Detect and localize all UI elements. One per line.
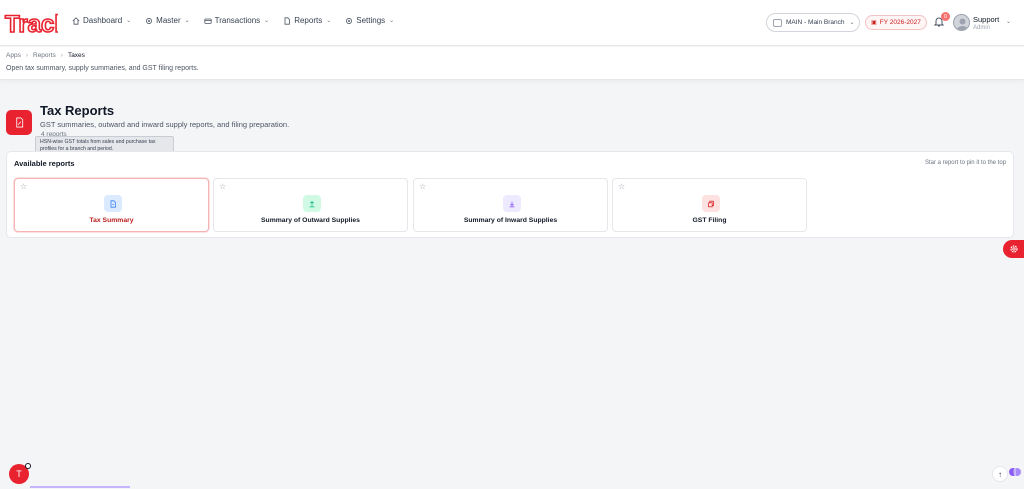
settings-side-tab[interactable] [1003, 240, 1024, 258]
breadcrumb-apps[interactable]: Apps [6, 52, 21, 59]
report-card-gst-filing[interactable]: ☆ GST Filing [612, 178, 807, 232]
bottom-divider [30, 486, 130, 488]
report-card-label: Summary of Outward Supplies [261, 217, 360, 224]
report-card-label: Tax Summary [89, 217, 134, 224]
page-subtitle: Open tax summary, supply summaries, and … [6, 65, 199, 72]
report-card-outward-supplies[interactable]: ☆ Summary of Outward Supplies [213, 178, 408, 232]
report-card-tax-summary[interactable]: ☆ Tax Summary [14, 178, 209, 232]
upload-icon [303, 195, 321, 212]
nav-dashboard-label: Dashboard [83, 16, 123, 25]
download-icon [503, 195, 521, 212]
gear-icon [1009, 245, 1018, 253]
tax-report-icon [6, 110, 32, 135]
nav-transactions-label: Transactions [214, 16, 261, 25]
report-card-label: GST Filing [692, 217, 727, 224]
breadcrumb: Apps › Reports › Taxes [6, 52, 85, 59]
nav-dashboard[interactable]: Dashboard ⌄ [72, 16, 131, 25]
fiscal-year-label: FY 2026-2027 [879, 19, 921, 26]
status-dot [25, 463, 31, 469]
document-icon [104, 195, 122, 212]
reports-panel: Available reports Star a report to pin i… [6, 151, 1014, 238]
nav-transactions[interactable]: Transactions ⌄ [204, 16, 270, 25]
chevron-down-icon: ⌄ [264, 18, 270, 24]
breadcrumb-reports[interactable]: Reports [33, 52, 56, 59]
logo-text: Track [5, 11, 58, 38]
panel-hint: Star a report to pin it to the top [924, 160, 1006, 166]
page-subheader: Apps › Reports › Taxes Open tax summary,… [0, 47, 1024, 80]
chevron-down-icon: ⌄ [849, 20, 855, 26]
chevron-down-icon: ⌄ [184, 18, 190, 24]
file-icon [284, 16, 290, 25]
panel-title: Available reports [14, 159, 75, 168]
main-nav: Dashboard ⌄ Master ⌄ Transactions ⌄ Reports… [72, 16, 394, 25]
copy-icon [702, 195, 720, 212]
star-icon[interactable]: ☆ [419, 183, 426, 191]
nav-master[interactable]: Master ⌄ [145, 16, 190, 25]
user-role: Admin [973, 25, 991, 31]
gear-icon [146, 17, 153, 24]
fiscal-year-selector[interactable]: ▣ FY 2026-2027 [865, 15, 927, 30]
top-navbar: Track Dashboard⌄ Master⌄ Transactions⌄ R… [0, 0, 1024, 46]
nav-master-label: Master [156, 16, 181, 25]
star-icon[interactable]: ☆ [219, 183, 226, 191]
home-icon [72, 16, 80, 25]
nav-reports-label: Reports [294, 16, 323, 25]
user-name[interactable]: Support [973, 15, 999, 24]
branch-icon [773, 18, 782, 27]
arrow-up-icon: ↑ [998, 469, 1002, 479]
branch-label: MAIN - Main Branch [786, 19, 845, 26]
nav-settings-label: Settings [356, 16, 386, 25]
breadcrumb-separator: › [60, 52, 63, 59]
report-card-inward-supplies[interactable]: ☆ Summary of Inward Supplies [413, 178, 608, 232]
chevron-down-icon: ⌄ [326, 18, 332, 24]
gear-icon [346, 17, 353, 24]
branch-selector[interactable]: MAIN - Main Branch ⌄ [766, 13, 860, 32]
star-icon[interactable]: ☆ [618, 183, 625, 191]
nav-reports[interactable]: Reports ⌄ [283, 16, 331, 25]
breadcrumb-separator: › [25, 52, 28, 59]
nav-settings[interactable]: Settings ⌄ [345, 16, 394, 25]
track-logo[interactable]: Track [4, 6, 58, 40]
page-description: GST summaries, outward and inward supply… [40, 120, 290, 129]
chevron-down-icon: ⌄ [389, 18, 395, 24]
star-icon[interactable]: ☆ [20, 183, 27, 191]
breadcrumb-taxes: Taxes [67, 52, 85, 59]
scroll-top-button[interactable]: ↑ [992, 466, 1008, 482]
calendar-icon: ▣ [871, 20, 877, 26]
chevron-down-icon[interactable]: ⌄ [1006, 18, 1011, 25]
page-title: Tax Reports [40, 103, 115, 118]
brain-icon[interactable] [1008, 465, 1022, 479]
report-card-label: Summary of Inward Supplies [463, 217, 558, 224]
user-icon [956, 18, 969, 30]
user-avatar[interactable] [953, 14, 970, 31]
chevron-down-icon: ⌄ [126, 18, 132, 24]
card-icon [204, 18, 212, 24]
notification-badge: 0 [941, 12, 950, 21]
